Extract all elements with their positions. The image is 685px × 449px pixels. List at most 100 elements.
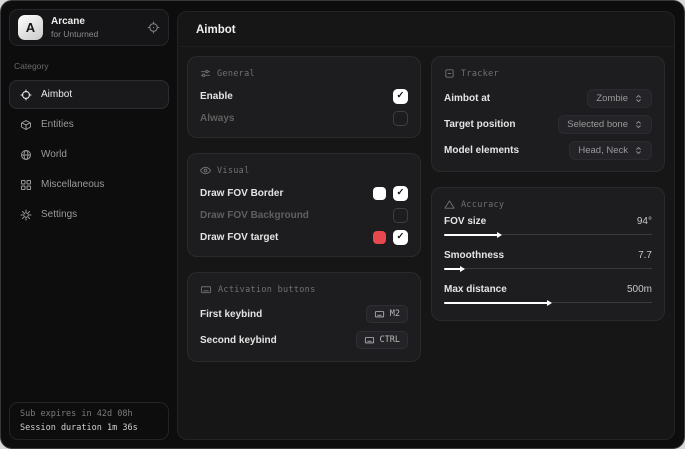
sidebar-item-label: Entities <box>41 119 74 130</box>
visual-card: Visual Draw FOV Border ✓ Draw FOV Backgr… <box>187 153 421 257</box>
slider-row: Max distance 500m <box>444 284 652 307</box>
gear-icon <box>20 209 32 221</box>
setting-label: First keybind <box>200 309 262 320</box>
left-column: General Enable ✓ Always ✓ <box>187 56 421 362</box>
sidebar-nav: Aimbot Entities World Miscellaneous Sett… <box>9 80 169 229</box>
setting-row: Draw FOV Border ✓ <box>200 182 408 204</box>
setting-label: Aimbot at <box>444 93 490 104</box>
slider-row: Smoothness 7.7 <box>444 250 652 273</box>
cube-icon <box>20 119 32 131</box>
select-value: Head, Neck <box>578 145 628 156</box>
crosshair-icon <box>20 89 32 101</box>
sidebar-item-label: Settings <box>41 209 77 220</box>
fov-target-checkbox[interactable]: ✓ <box>393 230 408 245</box>
right-column: Tracker Aimbot at Zombie Target position <box>431 56 665 321</box>
page-title: Aimbot <box>178 12 674 47</box>
chevrons-up-down-icon <box>634 120 643 129</box>
slider-value: 94° <box>637 216 652 227</box>
model-elements-select[interactable]: Head, Neck <box>569 141 652 160</box>
subscription-info-card: Sub expires in 42d 08h Session duration … <box>9 402 169 440</box>
slider-row: FOV size 94° <box>444 216 652 239</box>
slider-fill[interactable] <box>444 302 548 304</box>
fov-border-color-swatch[interactable] <box>373 187 386 200</box>
fov-border-checkbox[interactable]: ✓ <box>393 186 408 201</box>
fov-target-color-swatch[interactable] <box>373 231 386 244</box>
sidebar-item-aimbot[interactable]: Aimbot <box>9 80 169 109</box>
keybind-value: CTRL <box>380 335 400 345</box>
eye-icon <box>200 165 211 176</box>
setting-row: Aimbot at Zombie <box>444 85 652 111</box>
setting-label: Target position <box>444 119 515 130</box>
general-card: General Enable ✓ Always ✓ <box>187 56 421 138</box>
smoothness-slider[interactable] <box>444 265 652 273</box>
brand-subtitle: for Unturned <box>51 30 98 39</box>
general-section-header: General <box>200 68 408 79</box>
setting-label: Always <box>200 113 234 124</box>
brand-logo: A <box>18 15 43 40</box>
section-title: Activation buttons <box>218 285 316 295</box>
app-window: A Arcane for Unturned Category Aimbot En… <box>0 0 685 449</box>
tracker-card: Tracker Aimbot at Zombie Target position <box>431 56 665 172</box>
sidebar-item-label: World <box>41 149 67 160</box>
aimbot-at-select[interactable]: Zombie <box>587 89 652 108</box>
grid-icon <box>20 179 32 191</box>
setting-row: First keybind M2 <box>200 301 408 327</box>
sidebar-item-label: Aimbot <box>41 89 72 100</box>
sidebar-item-entities[interactable]: Entities <box>9 110 169 139</box>
sidebar-item-miscellaneous[interactable]: Miscellaneous <box>9 170 169 199</box>
setting-row: Second keybind CTRL <box>200 327 408 353</box>
setting-row: Target position Selected bone <box>444 111 652 137</box>
keybind-value: M2 <box>390 309 400 319</box>
main-panel: Aimbot General Enable ✓ <box>177 11 675 440</box>
chevrons-up-down-icon <box>634 146 643 155</box>
keyboard-icon <box>374 309 385 319</box>
setting-label: Draw FOV Background <box>200 210 309 221</box>
sidebar-item-label: Miscellaneous <box>41 179 104 190</box>
setting-label: Second keybind <box>200 335 277 346</box>
slider-fill[interactable] <box>444 268 461 270</box>
section-title: Visual <box>217 166 250 176</box>
sidebar-item-world[interactable]: World <box>9 140 169 169</box>
slider-value: 7.7 <box>638 250 652 261</box>
section-title: Accuracy <box>461 200 504 210</box>
triangle-icon <box>444 199 455 210</box>
setting-label: Max distance <box>444 284 507 295</box>
accuracy-card: Accuracy FOV size 94° <box>431 187 665 321</box>
scope-icon[interactable] <box>147 21 160 34</box>
setting-label: Draw FOV Border <box>200 188 283 199</box>
setting-row: Draw FOV Background ✓ <box>200 204 408 226</box>
session-duration-text: Session duration 1m 36s <box>20 424 158 433</box>
setting-label: Model elements <box>444 145 519 156</box>
sidebar-item-settings[interactable]: Settings <box>9 200 169 229</box>
accuracy-section-header: Accuracy <box>444 199 652 210</box>
sliders-icon <box>200 68 211 79</box>
enable-checkbox[interactable]: ✓ <box>393 89 408 104</box>
sub-expiry-text: Sub expires in 42d 08h <box>20 410 158 419</box>
fov-background-checkbox[interactable]: ✓ <box>393 208 408 223</box>
select-value: Zombie <box>596 93 628 104</box>
second-keybind-button[interactable]: CTRL <box>356 331 408 349</box>
category-label: Category <box>14 61 164 71</box>
section-title: General <box>217 69 255 79</box>
max-distance-slider[interactable] <box>444 299 652 307</box>
setting-label: Enable <box>200 91 233 102</box>
visual-section-header: Visual <box>200 165 408 176</box>
setting-label: Draw FOV target <box>200 232 278 243</box>
keyboard-icon <box>200 284 212 295</box>
tracker-section-header: Tracker <box>444 68 652 79</box>
target-position-select[interactable]: Selected bone <box>558 115 652 134</box>
section-title: Tracker <box>461 69 499 79</box>
first-keybind-button[interactable]: M2 <box>366 305 408 323</box>
brand-name: Arcane <box>51 17 98 27</box>
fov-size-slider[interactable] <box>444 231 652 239</box>
always-checkbox[interactable]: ✓ <box>393 111 408 126</box>
setting-label: FOV size <box>444 216 486 227</box>
activation-section-header: Activation buttons <box>200 284 408 295</box>
setting-row: Draw FOV target ✓ <box>200 226 408 248</box>
globe-icon <box>20 149 32 161</box>
setting-row: Model elements Head, Neck <box>444 137 652 163</box>
chevrons-up-down-icon <box>634 94 643 103</box>
setting-label: Smoothness <box>444 250 504 261</box>
setting-row: Enable ✓ <box>200 85 408 107</box>
slider-fill[interactable] <box>444 234 498 236</box>
